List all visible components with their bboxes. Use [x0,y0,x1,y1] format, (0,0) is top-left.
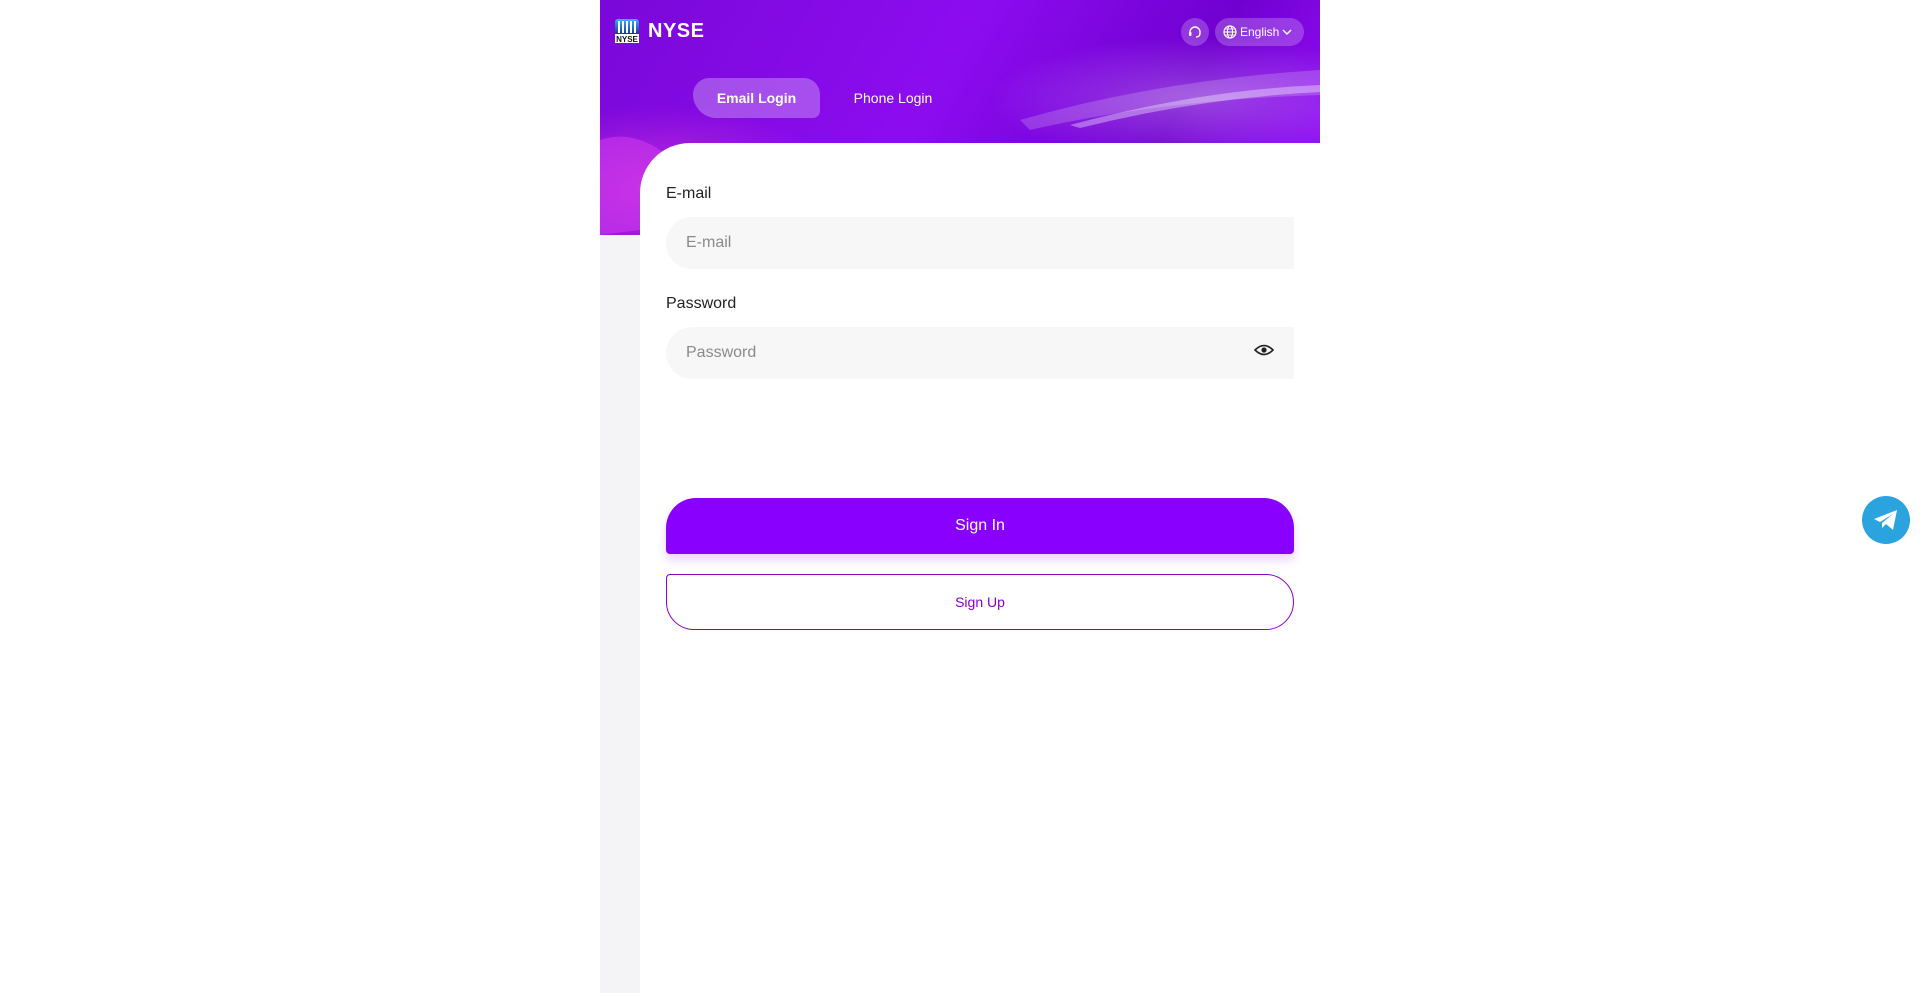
language-label: English [1240,25,1280,39]
nyse-logo: NYSE [615,19,639,44]
top-bar: NYSE NYSE English [600,0,1320,64]
tab-phone-login[interactable]: Phone Login [833,78,953,118]
email-input[interactable] [666,217,1294,269]
telegram-icon [1874,510,1897,530]
app-container: NYSE NYSE English Email Login Phone Logi… [600,0,1320,993]
support-button[interactable] [1181,18,1209,46]
logo-text: NYSE [616,35,638,44]
chevron-down-icon [1282,29,1292,36]
headset-icon [1189,26,1201,38]
tab-email-login[interactable]: Email Login [693,78,820,118]
email-label: E-mail [666,185,712,202]
login-form: E-mail Password Sign In Sign Up [640,143,1320,993]
language-selector[interactable]: English [1215,18,1304,46]
globe-icon [1223,25,1237,39]
password-input[interactable] [666,327,1294,379]
brand-name: NYSE [648,20,705,42]
telegram-button[interactable] [1862,496,1910,544]
sign-in-button[interactable]: Sign In [666,498,1294,554]
password-label: Password [666,295,737,312]
eye-icon[interactable] [1254,343,1274,357]
sign-up-button[interactable]: Sign Up [666,574,1294,630]
